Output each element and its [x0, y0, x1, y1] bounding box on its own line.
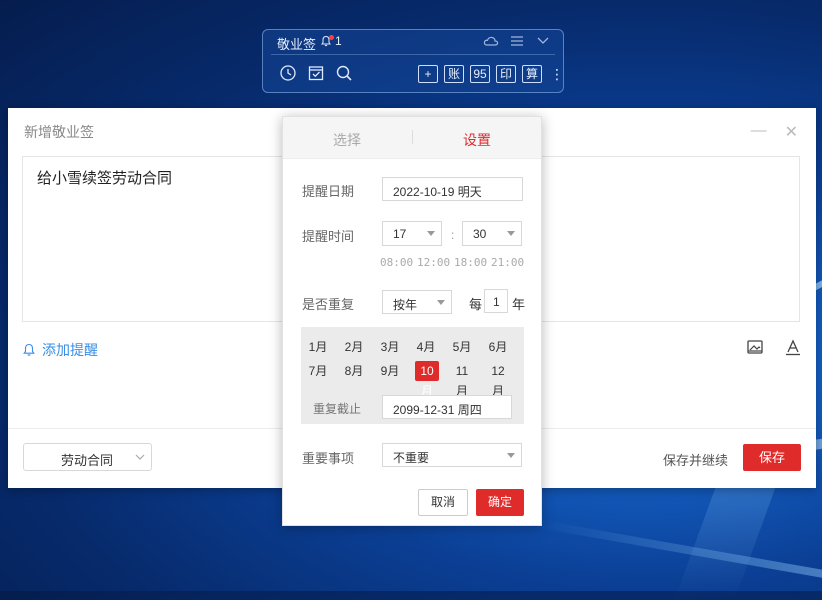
month-option-1[interactable]: 1月: [307, 337, 329, 357]
hour-select[interactable]: 17: [382, 221, 442, 246]
month-option-7[interactable]: 7月: [307, 361, 329, 381]
note-content[interactable]: 给小雪续签劳动合同: [37, 167, 172, 188]
tab-divider: [412, 130, 413, 144]
importance-value: 不重要: [393, 451, 430, 465]
repeat-until-label: 重复截止: [313, 402, 362, 416]
cloud-icon[interactable]: [483, 34, 499, 48]
category-value: 劳动合同: [61, 453, 114, 468]
caret-down-icon: [507, 453, 515, 458]
app-widget: 敬业签 1 + 账 95 印 算 ⋮: [262, 29, 564, 93]
quick-time-1800[interactable]: 18:00: [454, 256, 487, 269]
month-option-3[interactable]: 3月: [379, 337, 401, 357]
wallpaper-light-beam: [539, 520, 822, 581]
month-picker: 1月 2月 3月 4月 5月 6月 7月 8月 9月 10月 11月 12月 重…: [301, 327, 524, 424]
importance-select[interactable]: 不重要: [382, 443, 522, 467]
caret-down-icon: [427, 231, 435, 236]
quick-time-1200[interactable]: 12:00: [417, 256, 450, 269]
clock-icon[interactable]: [279, 64, 297, 82]
cancel-button[interactable]: 取消: [418, 489, 468, 516]
interval-input[interactable]: 1: [484, 289, 508, 313]
chevron-down-icon: [135, 454, 145, 460]
popup-tabs: 选择 设置: [283, 117, 541, 159]
repeat-until-value: 2099-12-31 周四: [393, 403, 482, 417]
widget-divider: [271, 54, 555, 55]
text-format-icon[interactable]: [784, 338, 802, 356]
add-reminder-label: 添加提醒: [42, 342, 98, 358]
account-button[interactable]: 账: [444, 65, 464, 83]
tab-settings[interactable]: 设置: [463, 130, 491, 150]
month-option-11[interactable]: 11月: [451, 361, 473, 398]
calculator-button[interactable]: 算: [522, 65, 542, 83]
month-option-10-selected[interactable]: 10月: [415, 361, 439, 398]
month-option-4[interactable]: 4月: [415, 337, 437, 357]
interval-value: 1: [493, 295, 500, 309]
month-option-5[interactable]: 5月: [451, 337, 473, 357]
minute-select[interactable]: 30: [462, 221, 522, 246]
dialog-title: 新增敬业签: [24, 124, 94, 140]
save-and-continue-button[interactable]: 保存并继续: [663, 450, 728, 469]
widget-title: 敬业签: [277, 37, 317, 52]
number-button[interactable]: 95: [470, 65, 490, 83]
widget-tools-left: [279, 64, 353, 82]
every-label: 每: [469, 297, 483, 312]
tab-select[interactable]: 选择: [333, 130, 361, 150]
repeat-mode-select[interactable]: 按年: [382, 290, 452, 314]
close-icon[interactable]: ✕: [785, 122, 798, 142]
quick-time-0800[interactable]: 08:00: [380, 256, 413, 269]
confirm-button[interactable]: 确定: [476, 489, 524, 516]
image-icon[interactable]: [746, 338, 764, 356]
repeat-until-field[interactable]: 2099-12-31 周四: [382, 395, 512, 419]
menu-icon[interactable]: [509, 34, 525, 48]
hour-value: 17: [393, 227, 407, 241]
time-separator: :: [451, 228, 455, 242]
add-button[interactable]: +: [418, 65, 438, 83]
repeat-mode-value: 按年: [393, 298, 418, 312]
month-option-2[interactable]: 2月: [343, 337, 365, 357]
month-option-9[interactable]: 9月: [379, 361, 401, 381]
notification-count: 1: [335, 34, 342, 48]
month-option-6[interactable]: 6月: [487, 337, 509, 357]
quick-time-2100[interactable]: 21:00: [491, 256, 524, 269]
category-select[interactable]: 劳动合同: [23, 443, 152, 471]
add-reminder-link[interactable]: 添加提醒: [22, 340, 98, 360]
widget-top-controls: [483, 34, 551, 48]
save-button[interactable]: 保存: [743, 444, 801, 471]
importance-label: 重要事项: [302, 451, 355, 466]
minimize-icon[interactable]: —: [751, 122, 767, 142]
reminder-time-label: 提醒时间: [302, 229, 355, 244]
unit-label: 年: [512, 297, 526, 312]
widget-tools-right: + 账 95 印 算 ⋮: [418, 65, 564, 83]
dialog-window-controls: — ✕: [751, 122, 798, 142]
month-option-12[interactable]: 12月: [487, 361, 509, 398]
caret-down-icon: [437, 300, 445, 305]
reminder-date-field[interactable]: 2022-10-19 明天: [382, 177, 523, 201]
check-calendar-icon[interactable]: [307, 64, 325, 82]
more-icon[interactable]: ⋮: [550, 66, 564, 82]
print-button[interactable]: 印: [496, 65, 516, 83]
caret-down-icon: [507, 231, 515, 236]
bell-icon: [23, 343, 35, 356]
reminder-date-value: 2022-10-19 明天: [393, 185, 482, 199]
reminder-date-label: 提醒日期: [302, 184, 355, 199]
search-icon[interactable]: [335, 64, 353, 82]
month-option-8[interactable]: 8月: [343, 361, 365, 381]
notification-dot: [329, 35, 334, 40]
repeat-label: 是否重复: [302, 297, 355, 312]
reminder-settings-popup: 选择 设置 提醒日期 2022-10-19 明天 提醒时间 17 : 30 08…: [282, 116, 542, 526]
format-tools: [746, 338, 802, 356]
chevron-down-icon[interactable]: [535, 34, 551, 48]
minute-value: 30: [473, 227, 487, 241]
